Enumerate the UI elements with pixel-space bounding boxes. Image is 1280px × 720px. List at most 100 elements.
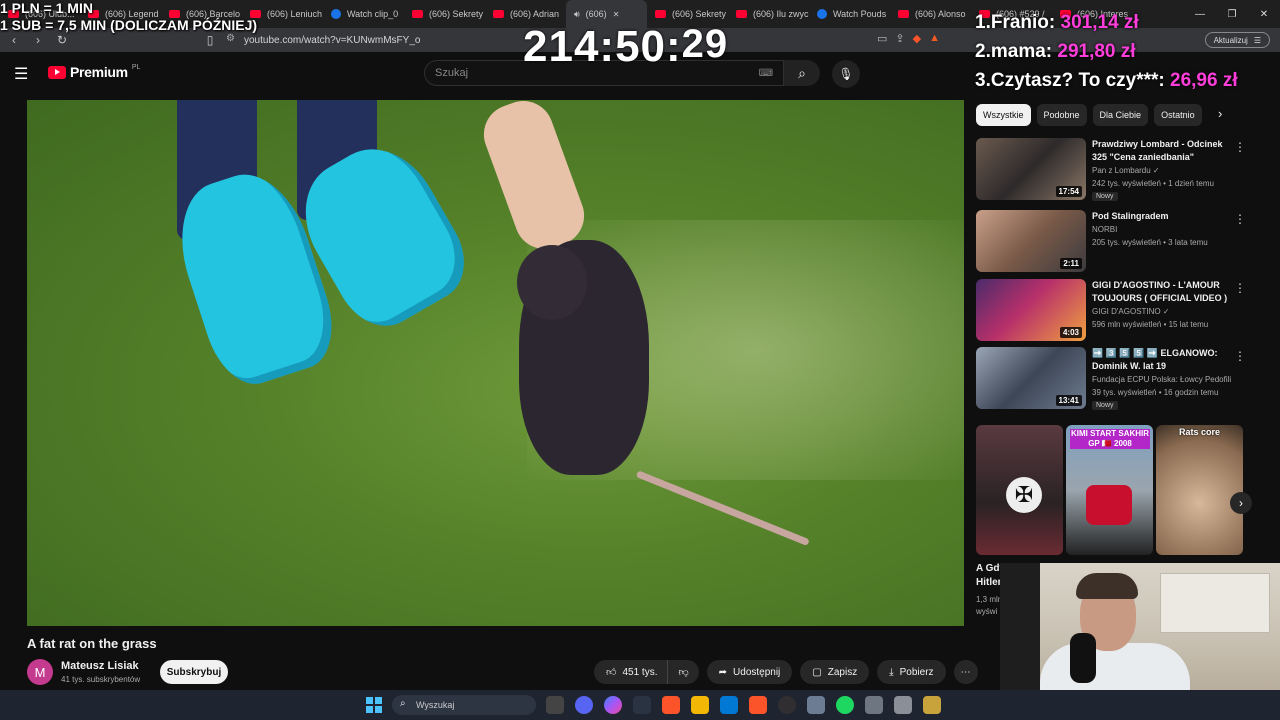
rewards-icon[interactable]: ▲ — [929, 32, 940, 45]
timer-seconds: 29 — [681, 22, 729, 66]
more-horizontal-icon: ⋯ — [960, 666, 971, 678]
video-duration: 17:54 — [1055, 186, 1082, 197]
filter-chip[interactable]: Ostatnio — [1154, 104, 1202, 126]
logo-region: PL — [131, 63, 141, 71]
close-tab-icon[interactable]: ✕ — [613, 10, 620, 19]
short-thumbnail[interactable]: Rats core — [1156, 425, 1243, 555]
youtube-icon — [655, 10, 666, 18]
browser-tab-label: Watch Pouds — [833, 9, 887, 19]
share-icon[interactable]: ⇪ — [895, 32, 904, 45]
recommended-title[interactable]: GIGI D'AGOSTINO - L'AMOUR TOUJOURS ( OFF… — [1092, 279, 1232, 305]
video-thumbnail[interactable]: 17:54 — [976, 138, 1086, 200]
donor-name: Franio: — [990, 12, 1056, 33]
discord-icon[interactable] — [575, 696, 593, 714]
video-duration: 4:03 — [1059, 327, 1082, 338]
video-thumbnail[interactable]: 2:11 — [976, 210, 1086, 272]
brave-icon[interactable] — [662, 696, 680, 714]
recommended-video[interactable]: 2:11 Pod Stalingradem NORBI 205 tys. wyświe… — [976, 210, 1266, 274]
more-vertical-icon[interactable]: ⋮ — [1234, 212, 1246, 226]
rule-line-2: 1 SUB = 7,5 MIN (DOLICZAM PÓŹNIEJ) — [0, 17, 258, 33]
keyboard-icon[interactable]: ⌨ — [759, 68, 773, 79]
browser-tab[interactable]: Watch Pouds — [809, 0, 890, 28]
channel-avatar[interactable]: M — [27, 659, 53, 685]
task-view-icon[interactable] — [546, 696, 564, 714]
voice-search-button[interactable]: 🎙 — [832, 60, 860, 88]
subathon-timer: 214:50:29 — [523, 22, 728, 72]
recommended-channel[interactable]: NORBI — [1092, 225, 1242, 234]
video-thumbnail[interactable]: 4:03 — [976, 279, 1086, 341]
filter-chip[interactable]: Dla Ciebie — [1092, 104, 1149, 126]
screenshot-icon[interactable]: ▭ — [877, 32, 887, 45]
filter-chip[interactable]: Wszystkie — [976, 104, 1031, 126]
short-overlay-text: KIMI START SAKHIR GP 🇧🇭 2008 — [1070, 429, 1150, 449]
more-actions-button[interactable]: ⋯ — [953, 660, 978, 684]
video-thumbnail[interactable]: 13:41 — [976, 347, 1086, 409]
file-explorer-icon[interactable] — [691, 696, 709, 714]
subscribe-button[interactable]: Subskrybuj — [160, 660, 228, 684]
youtube-icon — [736, 10, 747, 18]
recommended-video[interactable]: 17:54 Prawdziwy Lombard - Odcinek 325 "Ce… — [976, 138, 1266, 202]
recommended-video[interactable]: 4:03 GIGI D'AGOSTINO - L'AMOUR TOUJOURS (… — [976, 279, 1266, 343]
short-overlay-text: Rats core — [1178, 427, 1221, 437]
chips-next-icon[interactable]: › — [1218, 106, 1222, 121]
url-text: youtube.com/watch?v=KUNwmMsFY_o — [244, 34, 421, 46]
app-pinned-icon[interactable] — [923, 696, 941, 714]
notepad-icon[interactable] — [894, 696, 912, 714]
app-window-icon[interactable] — [807, 696, 825, 714]
dislike-button[interactable]: 👎︎ — [667, 660, 699, 684]
logo-wordmark: Premium — [70, 64, 128, 80]
taskbar-search[interactable]: ⌕ Wyszukaj — [392, 695, 536, 715]
recommended-title[interactable]: Pod Stalingradem — [1092, 210, 1232, 223]
watch-icon — [817, 9, 827, 19]
calculator-icon[interactable] — [865, 696, 883, 714]
video-frame-rat-tail — [635, 470, 810, 547]
channel-name[interactable]: Mateusz Lisiak — [61, 660, 139, 672]
recommended-channel[interactable]: GIGI D'AGOSTINO ✓ — [1092, 307, 1242, 316]
video-player[interactable] — [27, 100, 964, 626]
browser-tab-label: (606) Adrian — [510, 9, 560, 19]
f1-car-shape — [1086, 485, 1132, 525]
browser-tab[interactable]: (606) Alonso — [890, 0, 971, 28]
short-thumbnail[interactable]: ✠ — [976, 425, 1063, 555]
brave-window-icon[interactable] — [749, 696, 767, 714]
browser-tab[interactable]: (606) Ilu zwyc — [728, 0, 809, 28]
recommended-meta: 205 tys. wyświetleń • 3 lata temu — [1092, 238, 1208, 247]
download-button[interactable]: ⤓ Pobierz — [877, 660, 946, 684]
recommended-channel[interactable]: Pan z Lombardu ✓ — [1092, 166, 1242, 175]
recommended-video[interactable]: 13:41 ➡️ 3️⃣ 5️⃣ 5️⃣ ➡️ ELGANOWO: Dominik… — [976, 347, 1266, 411]
recommended-channel-name: Pan z Lombardu — [1092, 166, 1151, 175]
close-window-icon[interactable]: ✕ — [1248, 0, 1280, 28]
filter-chip[interactable]: Podobne — [1036, 104, 1087, 126]
obs-icon[interactable] — [778, 696, 796, 714]
recommended-channel[interactable]: Fundacja ECPU Polska: Łowcy Pedofili — [1092, 375, 1242, 384]
browser-tab[interactable]: Watch clip_0 — [323, 0, 404, 28]
more-vertical-icon[interactable]: ⋮ — [1234, 349, 1246, 363]
spotify-icon[interactable] — [836, 696, 854, 714]
browser-tab[interactable]: (606) Sekrety — [404, 0, 485, 28]
windows-start-icon[interactable] — [366, 697, 382, 713]
recommended-title[interactable]: Prawdziwy Lombard - Odcinek 325 "Cena za… — [1092, 138, 1232, 164]
short-thumbnail[interactable]: KIMI START SAKHIR GP 🇧🇭 2008 — [1066, 425, 1153, 555]
recommended-channel-name: Fundacja ECPU Polska: Łowcy Pedofili — [1092, 375, 1232, 384]
store-icon[interactable] — [720, 696, 738, 714]
brave-shield-icon[interactable]: ◆ — [913, 32, 921, 45]
copilot-icon[interactable] — [604, 696, 622, 714]
like-button[interactable]: 👍︎ 451 tys. — [594, 660, 668, 684]
search-button[interactable]: ⌕ — [784, 60, 820, 86]
recommended-meta: 242 tys. wyświetleń • 1 dzień temu — [1092, 179, 1214, 188]
browser-tab-label: Watch clip_0 — [347, 9, 399, 19]
shorts-next-button[interactable]: › — [1230, 492, 1252, 514]
youtube-logo[interactable]: Premium PL — [48, 64, 140, 80]
site-info-icon[interactable]: ⚙ — [226, 33, 235, 44]
webcam-background-cabinet — [1160, 573, 1270, 633]
subscriber-count: 41 tys. subskrybentów — [61, 675, 141, 684]
hamburger-menu-icon[interactable]: ☰ — [14, 64, 28, 84]
shorts-shelf: ✠ KIMI START SAKHIR GP 🇧🇭 2008 Rats core — [976, 425, 1244, 555]
recommended-title[interactable]: ➡️ 3️⃣ 5️⃣ 5️⃣ ➡️ ELGANOWO: Dominik W. l… — [1092, 347, 1232, 373]
share-button[interactable]: ➦ Udostępnij — [706, 660, 793, 684]
save-button[interactable]: ▢ Zapisz — [800, 660, 870, 684]
donor-leaderboard: 1.Franio: 301,14 zł 2.mama: 291,80 zł 3.Cz… — [975, 8, 1238, 95]
app-icon[interactable] — [633, 696, 651, 714]
more-vertical-icon[interactable]: ⋮ — [1234, 140, 1246, 154]
more-vertical-icon[interactable]: ⋮ — [1234, 281, 1246, 295]
